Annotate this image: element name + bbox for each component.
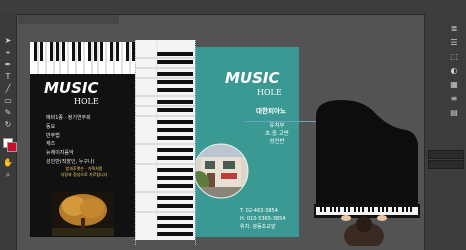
direct-select-icon[interactable]: ⌖ <box>3 48 13 58</box>
level-item: 성인반 <box>269 139 285 145</box>
guide-line <box>135 40 136 245</box>
card-subtitle: HOLE <box>257 88 282 97</box>
location-line: 위치: 광동초교앞 <box>240 224 276 230</box>
rectangle-icon[interactable]: ▭ <box>3 96 13 106</box>
align-icon[interactable]: ☰ <box>449 38 459 48</box>
course-item: 재즈 <box>46 141 56 148</box>
rotate-icon[interactable]: ↻ <box>3 120 13 130</box>
card-title: MUSIC <box>225 69 280 87</box>
piano-keys-vertical <box>135 40 195 240</box>
property-field[interactable] <box>428 160 464 169</box>
grand-piano-illustration[interactable] <box>302 96 422 246</box>
zoom-icon[interactable]: ⌕ <box>3 170 13 180</box>
transform-icon[interactable]: ⬚ <box>449 52 459 62</box>
tools-panel: ➤ ⌖ ✒ T ╱ ▭ ✎ ↻ ✋ ⌕ <box>0 14 17 250</box>
property-field[interactable] <box>428 150 464 159</box>
academy-building-photo <box>195 143 249 199</box>
course-item: 동요 <box>46 123 56 130</box>
piano-keys-top <box>30 42 135 74</box>
card-footer-note: 방과후렛슨 · 가족처럼 사랑과 정성으로 가르칩니다 <box>44 166 124 178</box>
menu-bar <box>0 0 466 15</box>
document-tab[interactable] <box>18 15 119 24</box>
artboard-front-card[interactable]: MUSIC HOLE 예비1종 · 정기연주회 동요 반주법 재즈 뉴에이지음악… <box>30 42 135 237</box>
card-title: MUSIC <box>44 79 99 97</box>
card-subtitle: HOLE <box>74 97 99 106</box>
course-item: 예비1종 · 정기연주회 <box>46 115 91 121</box>
mobile-line: H. 010-5365-3854 <box>240 216 286 222</box>
course-list: 예비1종 · 정기연주회 동요 반주법 재즈 뉴에이지음악 성인반(직장인, 누… <box>46 114 94 167</box>
contact-info: T. 02-463-3854 H. 010-5365-3854 위치: 광동초교… <box>240 207 285 231</box>
stroke-icon[interactable]: ≡ <box>449 94 459 104</box>
autumn-tree-image <box>52 192 114 236</box>
course-item: 반주법 <box>46 132 60 139</box>
phone-line: T. 02-463-3854 <box>240 208 278 214</box>
level-item: 유치부 <box>269 123 285 129</box>
academy-name: 대한피아노 <box>256 107 286 115</box>
layers-icon[interactable]: ≣ <box>449 24 459 34</box>
pen-icon[interactable]: ✒ <box>3 60 13 70</box>
gradient-icon[interactable]: ▤ <box>449 108 459 118</box>
brush-icon[interactable]: ✎ <box>3 108 13 118</box>
selection-icon[interactable]: ➤ <box>3 36 13 46</box>
properties-panel: ≣ ☰ ⬚ ◐ ▦ ≡ ▤ <box>424 14 466 250</box>
footer-line: 사랑과 정성으로 가르칩니다 <box>60 172 108 177</box>
guide-line <box>195 40 196 245</box>
stroke-swatch[interactable] <box>7 142 17 152</box>
artboard-keys-strip[interactable] <box>135 40 195 240</box>
color-icon[interactable]: ◐ <box>449 66 459 76</box>
line-icon[interactable]: ╱ <box>3 84 13 94</box>
course-item: 뉴에이지음악 <box>46 150 74 157</box>
swatches-icon[interactable]: ▦ <box>449 80 459 90</box>
hand-icon[interactable]: ✋ <box>3 158 13 168</box>
artboard-back-card[interactable]: MUSIC HOLE 대한피아노 유치부 초.중.고반 성인반 T. 02-46… <box>195 47 299 237</box>
type-icon[interactable]: T <box>3 72 13 82</box>
levels-list: 유치부 초.중.고반 성인반 <box>255 122 299 146</box>
level-item: 초.중.고반 <box>265 131 289 137</box>
